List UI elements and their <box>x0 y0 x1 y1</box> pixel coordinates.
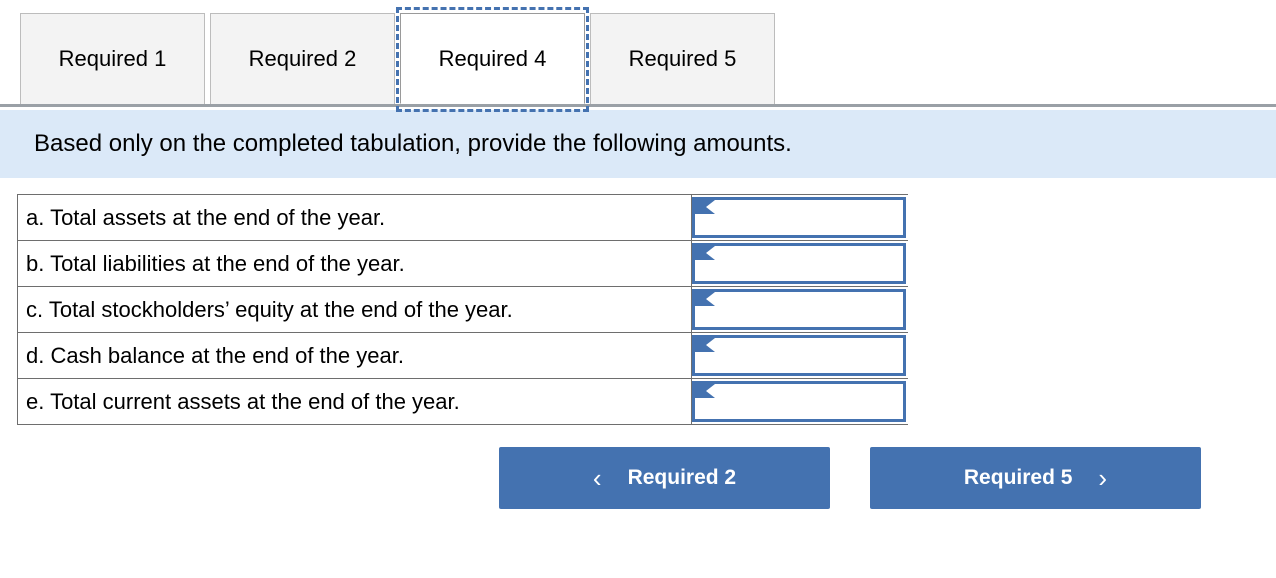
row-label: c. Total stockholders’ equity at the end… <box>17 286 692 333</box>
answer-box-a[interactable] <box>692 197 906 238</box>
tab-strip: Required 1 Required 2 Required 4 Require… <box>0 0 1276 112</box>
answer-input-e[interactable] <box>715 384 905 419</box>
answer-box-e[interactable] <box>692 381 906 422</box>
instruction-banner: Based only on the completed tabulation, … <box>0 110 1276 178</box>
chevron-right-icon: › <box>1098 463 1108 493</box>
answer-box-c[interactable] <box>692 289 906 330</box>
instruction-text: Based only on the completed tabulation, … <box>34 130 792 157</box>
answer-marker-icon <box>695 338 715 352</box>
row-label: e. Total current assets at the end of th… <box>17 378 692 425</box>
chevron-left-icon: ‹ <box>592 463 602 493</box>
answer-box-d[interactable] <box>692 335 906 376</box>
tab-label: Required 5 <box>628 46 737 71</box>
tab-required-4[interactable]: Required 4 <box>396 7 589 112</box>
tab-strip-divider <box>0 104 1276 107</box>
answer-input-c[interactable] <box>715 292 905 327</box>
tab-required-2[interactable]: Required 2 <box>210 13 395 104</box>
tab-required-5[interactable]: Required 5 <box>590 13 775 104</box>
tab-label: Required 2 <box>248 46 357 71</box>
answer-section: a. Total assets at the end of the year. … <box>17 194 917 425</box>
tab-list: Required 1 Required 2 Required 4 Require… <box>20 7 775 112</box>
next-required-button[interactable]: Required 5 › <box>870 447 1201 509</box>
answer-input-layer <box>692 194 924 426</box>
answer-marker-icon <box>695 200 715 214</box>
previous-required-button[interactable]: ‹ Required 2 <box>499 447 830 509</box>
row-label: d. Cash balance at the end of the year. <box>17 332 692 379</box>
next-button-label: Required 5 <box>963 466 1073 489</box>
answer-box-b[interactable] <box>692 243 906 284</box>
answer-marker-icon <box>695 292 715 306</box>
tab-label: Required 1 <box>58 46 167 71</box>
answer-marker-icon <box>695 246 715 260</box>
answer-input-b[interactable] <box>715 246 905 281</box>
answer-input-a[interactable] <box>715 200 905 235</box>
row-label: a. Total assets at the end of the year. <box>17 194 692 241</box>
answer-marker-icon <box>695 384 715 398</box>
answer-input-d[interactable] <box>715 338 905 373</box>
tab-required-1[interactable]: Required 1 <box>20 13 205 104</box>
previous-button-label: Required 2 <box>627 466 737 489</box>
navigation-bar: ‹ Required 2 Required 5 › <box>499 447 1201 509</box>
tab-label: Required 4 <box>438 45 547 71</box>
row-label: b. Total liabilities at the end of the y… <box>17 240 692 287</box>
